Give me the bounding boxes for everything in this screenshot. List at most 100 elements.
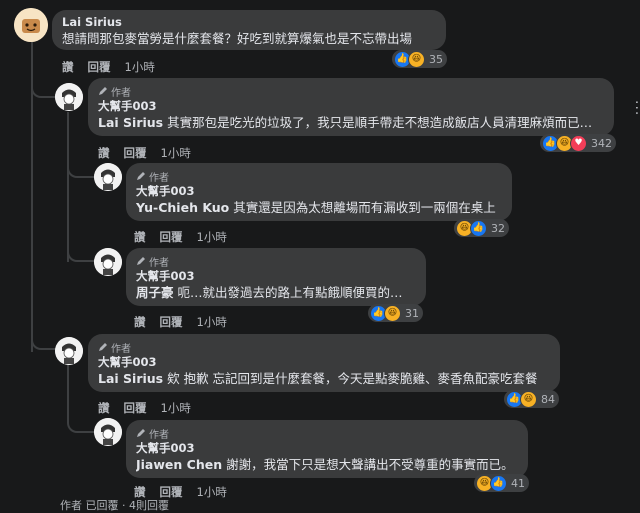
reply-actions: 讚 回覆 1小時 <box>98 145 191 161</box>
reaction-summary[interactable]: 👍 😆 ♥ 342 <box>540 134 616 152</box>
avatar-image <box>55 83 83 111</box>
like-button[interactable]: 讚 <box>98 400 110 416</box>
thread-elbow <box>31 330 55 350</box>
haha-icon: 😆 <box>408 50 425 68</box>
author-badge: 作者 <box>98 340 550 355</box>
avatar-image <box>94 418 122 446</box>
haha-icon: 😆 <box>520 390 537 408</box>
reply-button[interactable]: 回覆 <box>124 145 147 161</box>
reply-text: 周子豪 呃…就出發過去的路上有點餓順便買的… <box>136 284 416 302</box>
reply-button[interactable]: 回覆 <box>160 314 183 330</box>
timestamp[interactable]: 1小時 <box>161 145 191 161</box>
thread-elbow <box>67 160 95 178</box>
thread-elbow <box>31 76 55 98</box>
reply-text: Jiawen Chen 謝謝，我當下只是想大聲講出不受尊重的事實而已。 <box>136 456 518 474</box>
reply-bubble: 作者 大幫手003 Jiawen Chen 謝謝，我當下只是想大聲講出不受尊重的… <box>126 420 528 478</box>
reply-body: 其實那包是吃光的垃圾了，我只是順手帶走不想造成飯店人員清理麻煩而已… <box>163 115 593 130</box>
reaction-count: 342 <box>591 136 612 150</box>
reaction-count: 35 <box>429 52 443 66</box>
reply-author[interactable]: 大幫手003 <box>136 440 518 456</box>
mention[interactable]: Yu-Chieh Kuo <box>136 200 229 215</box>
timestamp[interactable]: 1小時 <box>197 229 227 245</box>
avatar-image <box>55 337 83 365</box>
reply-author[interactable]: 大幫手003 <box>98 354 550 370</box>
comment-text: 想請問那包麥當勞是什麼套餐？好吃到就算爆氣也是不忘帶出場 <box>62 31 413 46</box>
reply-button[interactable]: 回覆 <box>88 59 111 75</box>
reply-button[interactable]: 回覆 <box>160 229 183 245</box>
more-options-icon[interactable]: ··· <box>628 100 640 116</box>
timestamp[interactable]: 1小時 <box>197 314 227 330</box>
reaction-count: 31 <box>405 306 419 320</box>
reply-text: Yu-Chieh Kuo 其實還是因為太想離場而有漏收到一兩個在桌上 <box>136 199 502 217</box>
thread-elbow <box>67 244 95 262</box>
avatar[interactable] <box>94 248 122 276</box>
reply-actions: 讚 回覆 1小時 <box>98 400 191 416</box>
reply-bubble: 作者 大幫手003 Yu-Chieh Kuo 其實還是因為太想離場而有漏收到一兩… <box>126 163 512 221</box>
comment-bubble: Lai Sirius 想請問那包麥當勞是什麼套餐？好吃到就算爆氣也是不忘帶出場 <box>52 10 446 50</box>
avatar[interactable] <box>55 83 83 111</box>
reaction-count: 32 <box>491 221 505 235</box>
pencil-icon <box>99 343 107 351</box>
reaction-summary[interactable]: 👍 😆 35 <box>392 50 447 68</box>
timestamp[interactable]: 1小時 <box>161 400 191 416</box>
author-badge-label: 作者 <box>149 172 169 184</box>
reply-body: 欸 抱歉 忘記回到是什麼套餐，今天是點麥脆雞、麥香魚配豪吃套餐 <box>163 371 538 386</box>
timestamp[interactable]: 1小時 <box>197 484 227 500</box>
avatar[interactable] <box>55 337 83 365</box>
reply-author[interactable]: 大幫手003 <box>136 268 416 284</box>
reaction-count: 41 <box>511 476 525 490</box>
reaction-count: 84 <box>541 392 555 406</box>
author-badge: 作者 <box>136 254 416 269</box>
reply-body: 呃…就出發過去的路上有點餓順便買的… <box>173 285 403 300</box>
like-icon: 👍 <box>470 219 487 237</box>
author-badge-label: 作者 <box>149 429 169 441</box>
thread-elbow <box>67 415 95 433</box>
author-badge-label: 作者 <box>111 87 131 99</box>
reaction-summary[interactable]: 😆 👍 41 <box>474 474 529 492</box>
reply-button[interactable]: 回覆 <box>124 400 147 416</box>
reaction-summary[interactable]: 😆 👍 32 <box>454 219 509 237</box>
mention[interactable]: 周子豪 <box>136 285 174 300</box>
avatar[interactable] <box>14 8 48 42</box>
reaction-summary[interactable]: 👍 😆 84 <box>504 390 559 408</box>
haha-icon: 😆 <box>384 304 401 322</box>
mention[interactable]: Lai Sirius <box>98 115 163 130</box>
mention[interactable]: Jiawen Chen <box>136 457 222 472</box>
timestamp[interactable]: 1小時 <box>125 59 155 75</box>
pencil-icon <box>137 257 145 265</box>
reply-bubble: 作者 大幫手003 Lai Sirius 其實那包是吃光的垃圾了，我只是順手帶走… <box>88 78 614 136</box>
avatar-image <box>94 248 122 276</box>
reply-author[interactable]: 大幫手003 <box>136 183 502 199</box>
reply-body: 謝謝，我當下只是想大聲講出不受尊重的事實而已。 <box>222 457 514 472</box>
reaction-summary[interactable]: 👍 😆 31 <box>368 304 423 322</box>
avatar-image <box>94 163 122 191</box>
reply-actions: 讚 回覆 1小時 <box>134 314 227 330</box>
author-badge-label: 作者 <box>149 257 169 269</box>
avatar[interactable] <box>94 163 122 191</box>
author-badge: 作者 <box>98 84 604 99</box>
author-badge: 作者 <box>136 426 518 441</box>
pencil-icon <box>137 429 145 437</box>
reply-bubble: 作者 大幫手003 周子豪 呃…就出發過去的路上有點餓順便買的… <box>126 248 426 306</box>
avatar[interactable] <box>94 418 122 446</box>
avatar-image <box>14 8 48 42</box>
pencil-icon <box>137 172 145 180</box>
reply-actions: 讚 回覆 1小時 <box>134 229 227 245</box>
reply-bubble: 作者 大幫手003 Lai Sirius 欸 抱歉 忘記回到是什麼套餐，今天是點… <box>88 334 560 392</box>
like-button[interactable]: 讚 <box>62 59 74 75</box>
like-button[interactable]: 讚 <box>98 145 110 161</box>
reply-text: Lai Sirius 其實那包是吃光的垃圾了，我只是順手帶走不想造成飯店人員清理… <box>98 114 604 132</box>
reply-author[interactable]: 大幫手003 <box>98 98 604 114</box>
reply-body: 其實還是因為太想離場而有漏收到一兩個在桌上 <box>229 200 496 215</box>
like-button[interactable]: 讚 <box>134 229 146 245</box>
love-icon: ♥ <box>570 134 587 152</box>
comment-author[interactable]: Lai Sirius <box>62 14 436 30</box>
pencil-icon <box>99 87 107 95</box>
view-more-replies-link[interactable]: 作者 已回覆 · 4則回覆 <box>60 497 169 513</box>
author-badge: 作者 <box>136 169 502 184</box>
mention[interactable]: Lai Sirius <box>98 371 163 386</box>
like-icon: 👍 <box>490 474 507 492</box>
thread-line-nested <box>67 364 69 419</box>
thread-line-nested <box>67 112 69 262</box>
like-button[interactable]: 讚 <box>134 314 146 330</box>
